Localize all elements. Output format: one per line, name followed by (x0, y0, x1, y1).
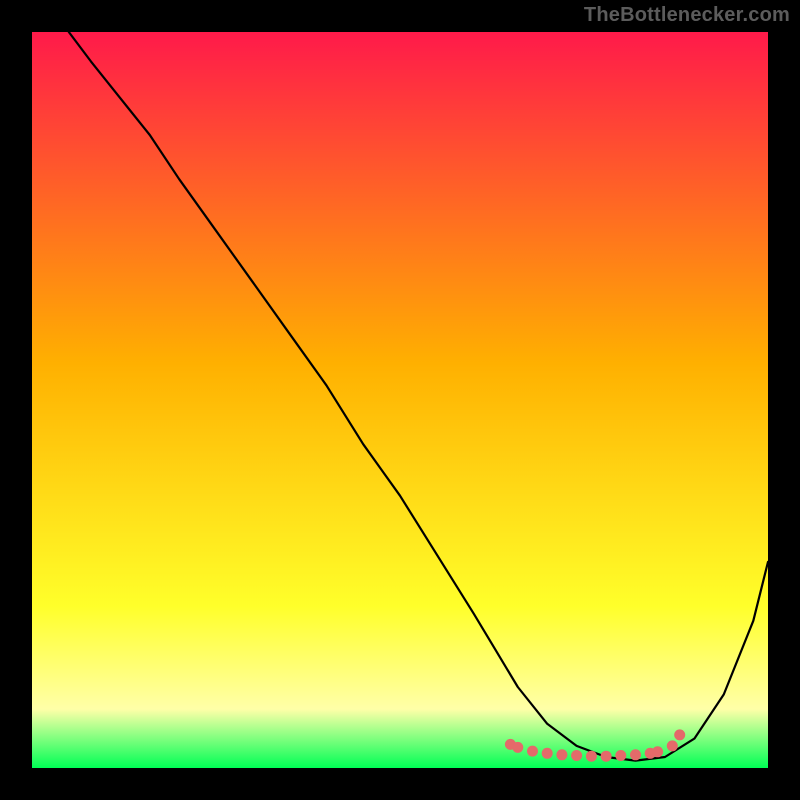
gradient-background (32, 32, 768, 768)
marker-point (615, 750, 626, 761)
marker-point (601, 751, 612, 762)
chart-frame: TheBottlenecker.com (0, 0, 800, 800)
marker-point (512, 742, 523, 753)
plot-area (32, 32, 768, 768)
watermark-text: TheBottlenecker.com (584, 4, 790, 27)
chart-svg (32, 32, 768, 768)
marker-point (542, 748, 553, 759)
marker-point (586, 751, 597, 762)
marker-point (571, 750, 582, 761)
marker-point (527, 746, 538, 757)
marker-point (630, 749, 641, 760)
marker-point (674, 729, 685, 740)
marker-point (667, 740, 678, 751)
marker-point (556, 749, 567, 760)
marker-point (652, 746, 663, 757)
